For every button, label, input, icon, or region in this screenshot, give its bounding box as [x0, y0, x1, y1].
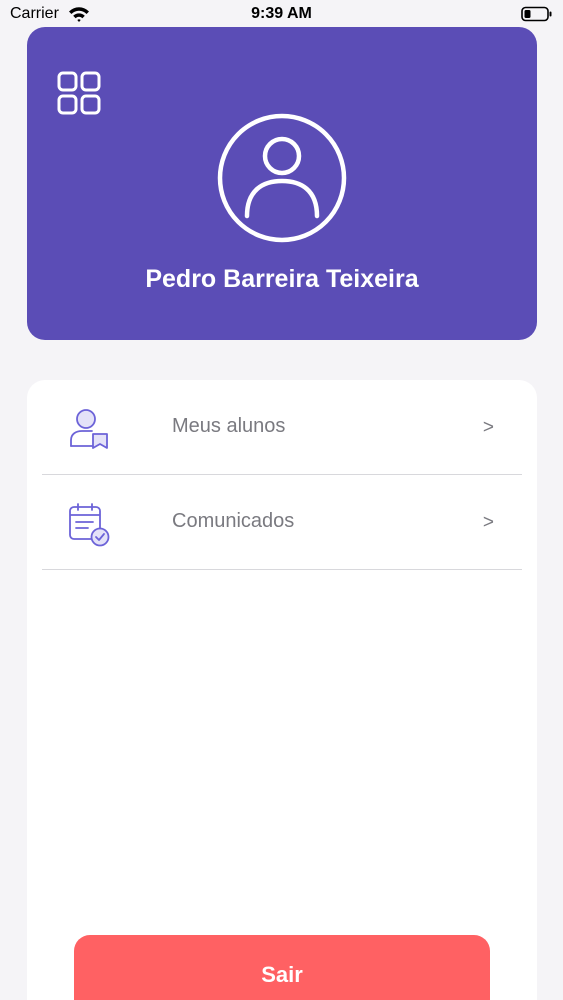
status-time: 9:39 AM [251, 5, 312, 22]
chevron-right-icon: > [482, 417, 494, 438]
menu-item-meus-alunos[interactable]: Meus alunos > [42, 380, 522, 475]
status-bar: Carrier 9:39 AM [0, 0, 563, 30]
user-circle-icon [217, 113, 347, 243]
logout-button[interactable]: Sair [74, 935, 490, 1000]
app-screen: Carrier 9:39 AM Pedro Barreira Teixeira [0, 0, 563, 1000]
grid-icon[interactable] [57, 71, 101, 115]
profile-card: Pedro Barreira Teixeira [27, 27, 537, 340]
menu-panel: Meus alunos > Comunicados > [27, 380, 537, 1000]
battery-icon [521, 6, 552, 22]
chevron-right-icon: > [482, 512, 494, 533]
menu-item-label: Meus alunos [172, 415, 286, 437]
menu-item-label: Comunicados [172, 510, 295, 532]
menu-item-comunicados[interactable]: Comunicados > [42, 475, 522, 570]
student-badge-icon [70, 409, 108, 449]
calendar-check-icon [69, 503, 110, 547]
profile-name: Pedro Barreira Teixeira [145, 265, 419, 293]
